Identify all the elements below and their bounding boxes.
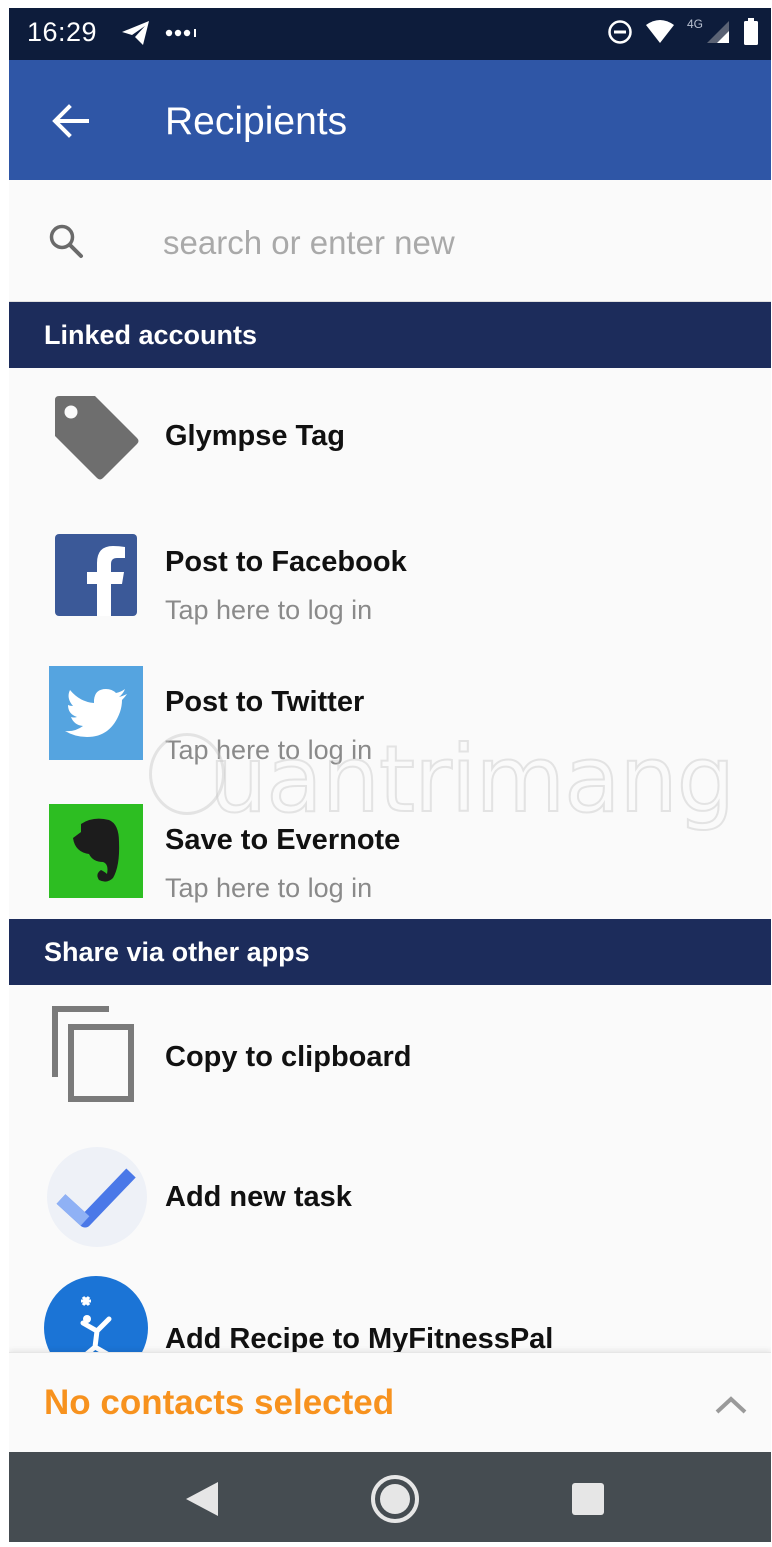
list-item-title: Save to Evernote [165, 824, 401, 856]
battery-icon [744, 18, 758, 45]
section-header-linked-accounts: Linked accounts [9, 302, 771, 368]
selection-bar[interactable]: No contacts selected [9, 1352, 771, 1452]
list-item-twitter[interactable]: Post to Twitter Tap here to log in [9, 632, 771, 770]
list-item-title: Post to Twitter [165, 686, 365, 718]
app-bar: Recipients [9, 60, 771, 180]
search-input[interactable] [163, 218, 723, 268]
list-item-glympse-tag[interactable]: Glympse Tag [9, 368, 771, 492]
nav-home-icon [371, 1475, 419, 1523]
do-not-disturb-icon [608, 20, 632, 44]
list-item-title: Post to Facebook [165, 546, 407, 578]
cellular-signal-icon [707, 21, 729, 43]
system-nav-bar [9, 1452, 771, 1542]
selection-status: No contacts selected [44, 1383, 395, 1422]
status-right-icons: 4G [607, 17, 759, 46]
back-button[interactable] [45, 96, 95, 146]
nav-back-button[interactable] [177, 1474, 227, 1524]
twitter-icon [49, 666, 143, 760]
facebook-icon [55, 534, 137, 616]
list-item-copy-to-clipboard[interactable]: Copy to clipboard [9, 985, 771, 1125]
wifi-icon [645, 20, 674, 43]
chevron-up-icon [715, 1396, 747, 1414]
clipboard-icon [52, 1006, 134, 1102]
search-icon [49, 224, 83, 258]
nav-home-button[interactable] [370, 1474, 420, 1524]
list-item-title: Glympse Tag [165, 420, 345, 452]
status-bar: 16:29 4G [9, 8, 771, 60]
status-time: 16:29 [27, 17, 98, 47]
evernote-icon [49, 804, 143, 898]
nav-recents-icon [572, 1483, 604, 1515]
page-title: Recipients [165, 100, 348, 143]
list-item-facebook[interactable]: Post to Facebook Tap here to log in [9, 492, 771, 632]
telegram-icon [122, 21, 149, 45]
list-item-add-new-task[interactable]: Add new task [9, 1125, 771, 1263]
list-item-myfitnesspal[interactable]: Add Recipe to MyFitnessPal [9, 1263, 771, 1380]
nav-back-icon [186, 1482, 218, 1516]
list-item-subtitle: Tap here to log in [165, 595, 373, 625]
expand-button[interactable] [711, 1385, 751, 1425]
arrow-left-icon [52, 104, 89, 138]
list-item-title: Copy to clipboard [165, 1041, 412, 1073]
nav-recents-button[interactable] [563, 1474, 613, 1524]
tag-icon [55, 396, 139, 480]
list-item-subtitle: Tap here to log in [165, 735, 373, 765]
app-screen: 16:29 4G Recipients search or enter new … [9, 8, 771, 1542]
status-left-icons [121, 20, 199, 46]
list-item-title: Add new task [165, 1181, 352, 1213]
more-notifications-icon [165, 29, 196, 37]
search-bar [9, 180, 771, 302]
list-item-subtitle: Tap here to log in [165, 873, 373, 903]
section-header-other-apps: Share via other apps [9, 919, 771, 985]
list-item-evernote[interactable]: Save to Evernote Tap here to log in [9, 770, 771, 918]
network-type-label: 4G [686, 17, 703, 31]
tasks-icon [47, 1147, 147, 1247]
